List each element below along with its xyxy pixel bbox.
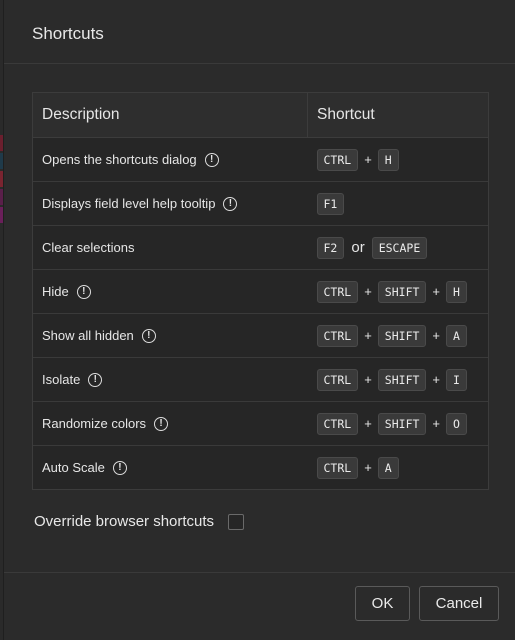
key-badge: SHIFT	[377, 368, 427, 391]
key-badge: SHIFT	[377, 412, 427, 435]
shortcut-cell: CTRL + SHIFT + H	[307, 269, 488, 314]
key-badge: A	[446, 324, 467, 347]
cancel-button[interactable]: Cancel	[419, 586, 499, 621]
info-circle-icon[interactable]: !	[88, 372, 103, 387]
dialog-title: Shortcuts	[4, 0, 515, 64]
key-separator: +	[364, 372, 372, 387]
key-separator: +	[364, 460, 372, 475]
key-separator: +	[432, 372, 441, 387]
description-cell: Displays field level help tooltip!	[33, 181, 308, 226]
key-badge: F2	[316, 236, 345, 259]
key-badge: CTRL	[316, 412, 359, 435]
shortcut-description: Clear selections	[42, 240, 135, 255]
shortcut-cell: CTRL + SHIFT + O	[307, 401, 488, 446]
key-badge: CTRL	[316, 324, 359, 347]
shortcut-description: Auto Scale	[42, 460, 105, 475]
key-badge: CTRL	[316, 280, 359, 303]
key-badge: CTRL	[316, 148, 359, 171]
description-cell: Clear selections	[33, 225, 308, 270]
key-badge: CTRL	[316, 456, 359, 479]
info-circle-icon[interactable]: !	[154, 416, 169, 431]
key-badge: SHIFT	[377, 324, 427, 347]
key-separator: +	[364, 284, 372, 299]
key-badge: A	[377, 456, 399, 479]
ok-button[interactable]: OK	[355, 586, 410, 621]
shortcut-cell: CTRL + A	[307, 445, 488, 489]
description-cell: Show all hidden!	[33, 313, 308, 358]
override-checkbox[interactable]	[228, 513, 245, 530]
shortcut-cell: CTRL + SHIFT + A	[307, 313, 488, 358]
key-badge: H	[377, 148, 399, 171]
table-row: Auto Scale! CTRL + A	[33, 445, 488, 489]
description-cell: Isolate!	[33, 357, 308, 402]
key-separator: +	[364, 416, 372, 431]
shortcut-description: Randomize colors	[42, 416, 147, 431]
info-circle-icon[interactable]: !	[141, 328, 156, 343]
table-row: Hide! CTRL + SHIFT + H	[33, 269, 488, 314]
table-body: Opens the shortcuts dialog! CTRL + H Display…	[33, 138, 488, 489]
shortcut-description: Show all hidden	[42, 328, 134, 343]
key-separator: +	[364, 328, 372, 343]
shortcut-description: Opens the shortcuts dialog	[42, 152, 197, 167]
key-badge: I	[446, 368, 467, 391]
shortcut-cell: CTRL + H	[308, 138, 489, 182]
shortcuts-table: Description Shortcut Opens the shortcuts…	[32, 92, 489, 490]
shortcut-description: Isolate	[42, 372, 81, 387]
table-row: Opens the shortcuts dialog! CTRL + H	[33, 138, 488, 182]
table-row: Isolate! CTRL + SHIFT + I	[33, 357, 488, 402]
key-badge: H	[446, 280, 467, 303]
table-header-row: Description Shortcut	[33, 93, 488, 138]
override-browser-shortcuts: Override browser shortcuts	[34, 513, 245, 530]
shortcut-cell: F1	[307, 181, 488, 226]
dialog-footer: OK Cancel	[4, 572, 515, 640]
info-circle-icon[interactable]: !	[204, 152, 219, 167]
key-separator: +	[364, 152, 372, 167]
key-badge: O	[446, 412, 467, 435]
table-row: Randomize colors! CTRL + SHIFT + O	[33, 401, 488, 446]
key-separator: +	[432, 416, 441, 431]
shortcut-description: Hide	[42, 284, 69, 299]
key-badge: SHIFT	[377, 280, 427, 303]
table-row: Displays field level help tooltip! F1	[33, 181, 488, 226]
key-separator: +	[432, 284, 441, 299]
key-separator: or	[351, 239, 365, 256]
description-cell: Opens the shortcuts dialog!	[33, 138, 308, 182]
shortcut-cell: CTRL + SHIFT + I	[307, 357, 488, 402]
override-label: Override browser shortcuts	[34, 513, 215, 530]
table-row: Show all hidden! CTRL + SHIFT + A	[33, 313, 488, 358]
key-separator: +	[432, 328, 441, 343]
shortcut-description: Displays field level help tooltip	[42, 196, 216, 211]
key-badge: F1	[316, 192, 345, 215]
info-circle-icon[interactable]: !	[112, 460, 127, 475]
table-row: Clear selections F2 or ESCAPE	[33, 225, 488, 270]
key-badge: CTRL	[316, 368, 359, 391]
description-cell: Hide!	[33, 269, 308, 314]
info-circle-icon[interactable]: !	[76, 284, 91, 299]
description-cell: Auto Scale!	[33, 445, 308, 489]
shortcut-cell: F2 or ESCAPE	[307, 225, 488, 270]
column-header-description: Description	[33, 93, 308, 138]
info-circle-icon[interactable]: !	[223, 196, 238, 211]
column-header-shortcut: Shortcut	[307, 93, 488, 138]
description-cell: Randomize colors!	[33, 401, 308, 446]
key-badge: ESCAPE	[371, 236, 428, 259]
shortcuts-dialog: Shortcuts Description Shortcut Opens the…	[3, 0, 515, 640]
